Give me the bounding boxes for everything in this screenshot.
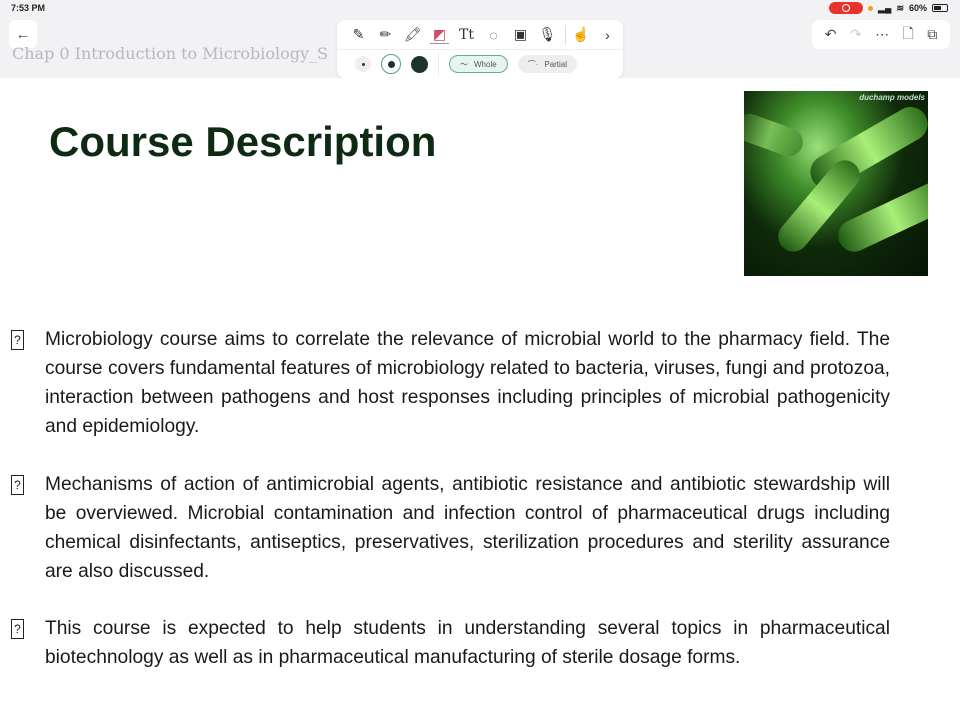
text-tool-icon[interactable]: Tt: [457, 25, 476, 44]
document-title: Chap 0 Introduction to Microbiology_S: [12, 44, 328, 63]
eraser-mode-partial[interactable]: ⌒· Partial: [517, 55, 578, 73]
battery-icon: [932, 4, 948, 12]
document-actions: ↶ ↷ ⋯ 🗋 ⧉: [812, 20, 950, 49]
pencil-icon[interactable]: ✏: [376, 25, 395, 44]
bullet-icon: ?: [11, 475, 24, 495]
drawing-toolbar: ✎ ✏ 🖍︎ ◩ Tt ◌ ▣ 🎙︎ ☝ › 〜 Whole ⌒· Partial: [337, 20, 623, 78]
bullet-icon: ?: [11, 619, 24, 639]
bacteria-image: duchamp models: [744, 91, 928, 276]
bullet-icon: ?: [11, 330, 24, 350]
chevron-right-icon[interactable]: ›: [598, 25, 617, 44]
paragraph-1: Microbiology course aims to correlate th…: [45, 329, 890, 437]
redo-icon[interactable]: ↷: [850, 26, 862, 43]
eraser-mode-whole[interactable]: 〜 Whole: [449, 55, 508, 73]
arrow-left-icon: ←: [15, 25, 31, 43]
image-icon[interactable]: ▣: [511, 25, 530, 44]
hand-icon[interactable]: ☝: [565, 25, 590, 44]
undo-icon[interactable]: ↶: [825, 26, 837, 43]
pages-icon[interactable]: ⧉: [927, 26, 937, 43]
status-indicators: ▂▄ ≋ 60%: [829, 2, 948, 14]
more-icon[interactable]: ⋯: [875, 26, 889, 43]
microphone-icon[interactable]: 🎙︎: [538, 25, 557, 44]
highlighter-icon[interactable]: 🖍︎: [403, 25, 422, 44]
size-large[interactable]: [411, 55, 428, 73]
paragraph-2: Mechanisms of action of antimicrobial ag…: [45, 474, 890, 582]
mic-indicator-icon: [868, 5, 874, 11]
wifi-icon: ≋: [896, 2, 904, 13]
size-small[interactable]: [355, 56, 371, 72]
signal-icon: ▂▄: [878, 2, 892, 13]
slide-page[interactable]: Course Description duchamp models ? Micr…: [0, 78, 960, 720]
image-watermark: duchamp models: [859, 93, 925, 102]
status-time: 7:53 PM: [11, 3, 46, 13]
pen-icon[interactable]: ✎: [349, 25, 368, 44]
wave-icon: 〜: [460, 59, 468, 69]
paragraph-3: This course is expected to help students…: [45, 618, 890, 668]
battery-percent: 60%: [908, 3, 927, 13]
screen-recording-icon[interactable]: [829, 2, 864, 14]
slide-title: Course Description: [49, 118, 437, 165]
size-medium[interactable]: [381, 54, 401, 74]
eraser-icon[interactable]: ◩: [430, 25, 449, 44]
page-sparkle-icon[interactable]: 🗋: [903, 23, 914, 47]
lasso-icon[interactable]: ◌: [484, 25, 503, 44]
partial-wave-icon: ⌒·: [527, 59, 539, 69]
